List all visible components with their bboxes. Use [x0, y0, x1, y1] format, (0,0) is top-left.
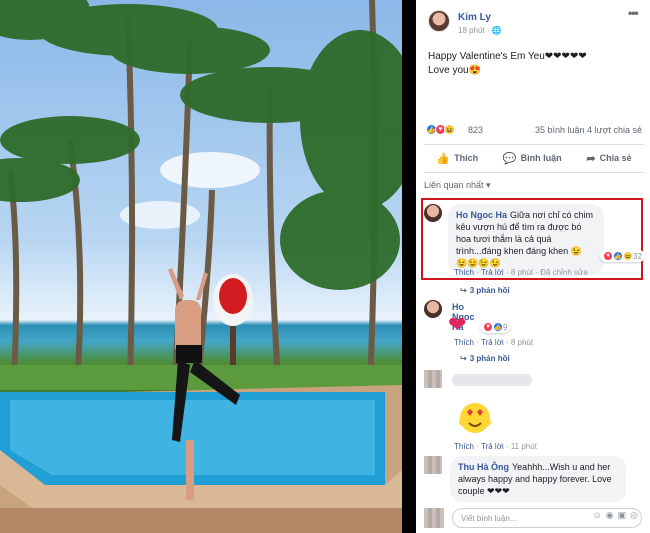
comment-reactions[interactable]: ♥ 👍 😆 32: [600, 250, 645, 262]
haha-reaction-icon: 😆: [623, 251, 633, 261]
post-actions: 👍 Thích 💬 Bình luận ➦ Chia sẻ: [424, 146, 644, 170]
emoji-sticker: [459, 403, 491, 433]
comment-like-link[interactable]: Thích: [454, 268, 474, 277]
author-name[interactable]: Kim Ly: [458, 12, 491, 23]
divider: [424, 144, 644, 145]
comment-like-link[interactable]: Thích: [454, 338, 474, 347]
comment-reply-link[interactable]: Trả lời: [481, 442, 504, 451]
post-time-text: 18 phút ·: [458, 26, 492, 35]
composer-icons: ☺ ◉ ▣ ◎: [593, 510, 638, 521]
comment-time[interactable]: 8 phút: [511, 338, 533, 347]
comment-text-emoji: 😉😉😉😉: [456, 258, 501, 268]
blurred-name: [452, 374, 532, 386]
reaction-count[interactable]: 823: [468, 125, 483, 135]
reply-arrow-icon: ↪: [460, 354, 467, 363]
like-reaction-icon: 👍: [493, 322, 503, 332]
gif-icon[interactable]: ▣: [618, 510, 627, 521]
post-time[interactable]: 18 phút · 🌐: [458, 26, 502, 35]
comment-meta: Thích · Trả lời · 8 phút: [454, 338, 534, 347]
my-avatar: [424, 508, 444, 528]
sticker-icon[interactable]: ◎: [630, 510, 638, 521]
comment-icon: 💬: [502, 152, 517, 165]
view-replies-link[interactable]: ↪ 3 phản hồi: [460, 286, 510, 295]
comment-reaction-count: 32: [633, 251, 642, 261]
commenter-avatar[interactable]: [424, 370, 442, 388]
comment-reply-link[interactable]: Trả lời: [481, 268, 504, 277]
comment-bubble: Thu Hà Ông Yeahhh...Wish u and her always…: [450, 456, 626, 502]
comment-bubble: Ho Ngoc Ha Giữa nơi chỉ có chim kêu vượn …: [448, 204, 604, 274]
comment-like-link[interactable]: Thích: [454, 442, 474, 451]
replies-count: 3 phản hồi: [469, 286, 510, 295]
photo-viewer-divider: [402, 0, 416, 533]
post-photo[interactable]: [0, 0, 402, 533]
post-sidebar: Kim Ly 18 phút · 🌐 ••• Happy Valentine's…: [416, 0, 650, 533]
commenter-name[interactable]: Thu Hà Ông: [458, 462, 509, 472]
thumbs-up-icon: 👍: [436, 152, 451, 165]
post-caption-line1: Happy Valentine's Em Yeu❤❤❤❤❤: [428, 51, 587, 62]
comment-composer: Viết bình luận... ☺ ◉ ▣ ◎: [424, 506, 644, 530]
share-button[interactable]: ➦ Chia sẻ: [586, 152, 631, 165]
comment-button[interactable]: 💬 Bình luận: [503, 152, 562, 165]
reaction-icons[interactable]: 👍 ♥ 😆: [426, 124, 455, 135]
comment-meta: Thích · Trả lời · 11 phút: [454, 442, 537, 451]
share-label: Chia sẻ: [599, 153, 632, 163]
commenter-avatar[interactable]: [424, 300, 442, 318]
post-stats: 👍 ♥ 😆 823 35 bình luận 4 lượt chia sẻ: [426, 124, 642, 138]
commenter-avatar[interactable]: [424, 204, 442, 222]
globe-icon: 🌐: [491, 26, 502, 35]
reply-arrow-icon: ↪: [460, 286, 467, 295]
emoji-icon[interactable]: ☺: [593, 510, 602, 521]
comment-sort-dropdown[interactable]: Liên quan nhất ▾: [424, 180, 491, 191]
commenter-name[interactable]: Ho Ngoc Ha: [456, 210, 507, 220]
author-avatar[interactable]: [428, 10, 450, 32]
haha-reaction-icon: 😆: [444, 124, 455, 135]
more-options-icon[interactable]: •••: [628, 6, 639, 20]
comment-edited: Đã chỉnh sửa: [540, 268, 588, 277]
like-button[interactable]: 👍 Thích: [436, 152, 478, 165]
commenter-avatar[interactable]: [424, 456, 442, 474]
view-replies-link[interactable]: ↪ 3 phản hồi: [460, 354, 510, 363]
comment-share-count[interactable]: 35 bình luận 4 lượt chia sẻ: [535, 125, 642, 135]
comment-reactions[interactable]: ♥ 👍 9: [480, 321, 511, 333]
comment-time[interactable]: 8 phút: [511, 268, 533, 277]
replies-count: 3 phản hồi: [469, 354, 510, 363]
comment-reaction-count: 9: [503, 322, 508, 332]
comment-meta: Thích · Trả lời · 8 phút · Đã chỉnh sửa: [454, 268, 588, 277]
photo-scene: [0, 0, 402, 533]
camera-icon[interactable]: ◉: [606, 510, 614, 521]
comment-reply-link[interactable]: Trả lời: [481, 338, 504, 347]
divider: [424, 172, 644, 173]
post-caption: Happy Valentine's Em Yeu❤❤❤❤❤ Love you😍: [428, 50, 638, 78]
heart-comment-icon: ❤: [448, 312, 467, 337]
like-reaction-icon: 👍: [613, 251, 623, 261]
post-caption-line2: Love you😍: [428, 65, 482, 76]
love-reaction-icon: ♥: [483, 322, 493, 332]
like-label: Thích: [454, 153, 479, 163]
love-reaction-icon: ♥: [603, 251, 613, 261]
comment-time[interactable]: 11 phút: [511, 442, 537, 451]
comment-label: Bình luận: [520, 153, 562, 163]
share-icon: ➦: [586, 152, 596, 165]
